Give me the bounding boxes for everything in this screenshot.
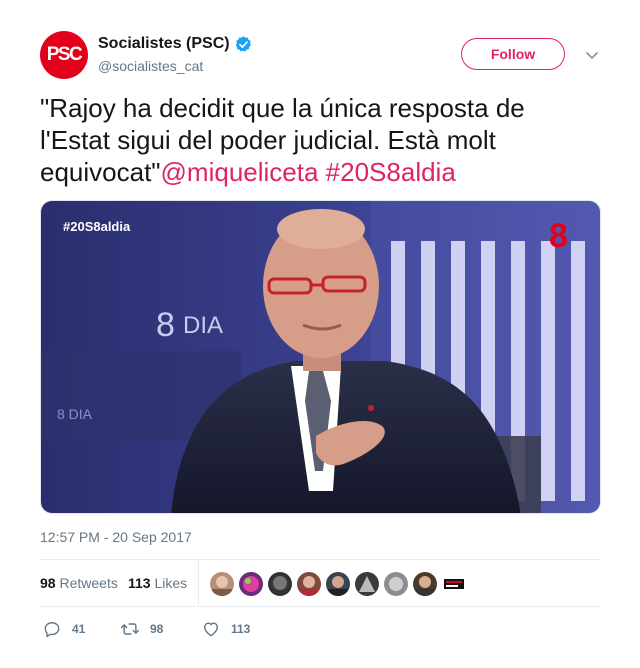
- likes-stat-label: Likes: [154, 575, 188, 591]
- avatar-2-icon[interactable]: [239, 572, 263, 596]
- reply-count: 41: [72, 622, 86, 636]
- tweet-actions: 41 98 113: [40, 616, 600, 642]
- tweet-media[interactable]: #20S8aldia 8 DIA 8 DIA 8: [40, 200, 601, 514]
- like-count: 113: [231, 622, 251, 636]
- likes-stat[interactable]: 113 Likes: [128, 575, 187, 591]
- mention-link[interactable]: @miqueliceta: [161, 157, 319, 187]
- avatar-5-icon[interactable]: [326, 572, 350, 596]
- like-action[interactable]: 113: [201, 616, 250, 642]
- studio-logo: 8: [156, 306, 175, 344]
- heart-icon: [204, 622, 218, 637]
- media-hashtag-overlay: #20S8aldia: [63, 219, 131, 234]
- author-avatar[interactable]: PSC: [40, 31, 88, 79]
- retweet-count: 98: [150, 622, 164, 636]
- reply-icon: [44, 622, 60, 638]
- tweet-text: "Rajoy ha decidit que la única resposta …: [40, 92, 600, 188]
- likes-stat-count: 113: [128, 575, 151, 591]
- avatar-4-icon[interactable]: [297, 572, 321, 596]
- tweet-stats: 98 Retweets 113 Likes: [40, 560, 600, 606]
- retweets-stat[interactable]: 98 Retweets: [40, 575, 118, 591]
- author-handle[interactable]: @socialistes_cat: [98, 58, 203, 74]
- tweet-timestamp[interactable]: 12:57 PM - 20 Sep 2017: [40, 529, 192, 545]
- retweet-action[interactable]: 98: [120, 616, 163, 642]
- avatar-8-icon[interactable]: [413, 572, 437, 596]
- avatar-1-icon[interactable]: [210, 572, 234, 596]
- retweets-stat-label: Retweets: [59, 575, 118, 591]
- studio-logo-sub: DIA: [183, 312, 223, 339]
- avatar-logo-text: PSC: [46, 44, 83, 65]
- retweet-icon: [120, 623, 140, 635]
- reply-action[interactable]: 41: [42, 616, 85, 642]
- chevron-down-icon[interactable]: [584, 47, 600, 63]
- hashtag-link[interactable]: #20S8aldia: [326, 157, 456, 187]
- avatar-6-icon[interactable]: [355, 572, 379, 596]
- tweet-header: PSC Socialistes (PSC) @socialistes_cat F…: [40, 31, 600, 81]
- channel-mark: 8: [549, 217, 568, 255]
- stats-separator: [198, 560, 199, 606]
- studio-logo-small: 8 DIA: [57, 406, 93, 422]
- follow-button[interactable]: Follow: [461, 38, 565, 70]
- author-display-name[interactable]: Socialistes (PSC): [98, 35, 230, 53]
- verified-badge-icon: [235, 35, 251, 52]
- retweets-stat-count: 98: [40, 575, 56, 591]
- avatar-3-icon[interactable]: [268, 572, 292, 596]
- divider-bottom: [40, 606, 600, 607]
- avatar-9-icon[interactable]: [442, 572, 466, 596]
- media-image: #20S8aldia 8 DIA 8 DIA 8: [41, 201, 600, 513]
- author-name-row: Socialistes (PSC): [98, 33, 253, 55]
- avatar-7-icon[interactable]: [384, 572, 408, 596]
